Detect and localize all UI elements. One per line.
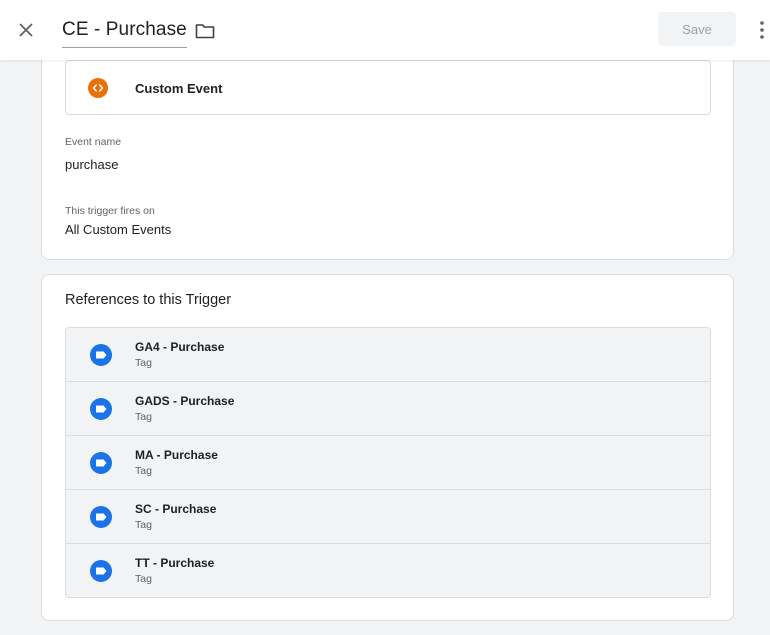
reference-name: TT - Purchase [135, 556, 215, 570]
reference-row[interactable]: MA - Purchase Tag [66, 436, 710, 490]
close-icon[interactable] [14, 18, 38, 42]
reference-type: Tag [135, 465, 152, 477]
reference-row[interactable]: TT - Purchase Tag [66, 544, 710, 597]
reference-type: Tag [135, 573, 152, 585]
reference-type: Tag [135, 411, 152, 423]
trigger-type-label: Custom Event [135, 81, 223, 96]
fires-on-label: This trigger fires on [65, 205, 155, 217]
tag-icon [90, 452, 112, 474]
trigger-configuration-card: Custom Event Event name purchase This tr… [41, 40, 734, 260]
reference-name: SC - Purchase [135, 502, 217, 516]
reference-name: GADS - Purchase [135, 394, 235, 408]
references-list: GA4 - Purchase Tag GADS - Purchase Tag M… [65, 327, 711, 598]
event-name-label: Event name [65, 136, 122, 148]
tag-icon [90, 398, 112, 420]
reference-name: MA - Purchase [135, 448, 218, 462]
references-title: References to this Trigger [65, 292, 232, 308]
references-card: References to this Trigger GA4 - Purchas… [41, 274, 734, 621]
tag-icon [90, 560, 112, 582]
folder-icon[interactable] [194, 20, 216, 42]
reference-row[interactable]: GADS - Purchase Tag [66, 382, 710, 436]
reference-name: GA4 - Purchase [135, 340, 225, 354]
reference-type: Tag [135, 519, 152, 531]
save-button[interactable]: Save [658, 12, 736, 46]
trigger-title[interactable]: CE - Purchase [62, 19, 187, 48]
top-bar: CE - Purchase Save [0, 0, 770, 60]
more-vert-icon[interactable] [752, 18, 770, 42]
reference-row[interactable]: SC - Purchase Tag [66, 490, 710, 544]
reference-type: Tag [135, 357, 152, 369]
trigger-type-selector[interactable]: Custom Event [65, 60, 711, 115]
fires-on-value: All Custom Events [65, 222, 172, 237]
tag-icon [90, 506, 112, 528]
tag-icon [90, 344, 112, 366]
event-name-value: purchase [65, 157, 119, 172]
custom-event-icon [88, 78, 108, 98]
reference-row[interactable]: GA4 - Purchase Tag [66, 328, 710, 382]
